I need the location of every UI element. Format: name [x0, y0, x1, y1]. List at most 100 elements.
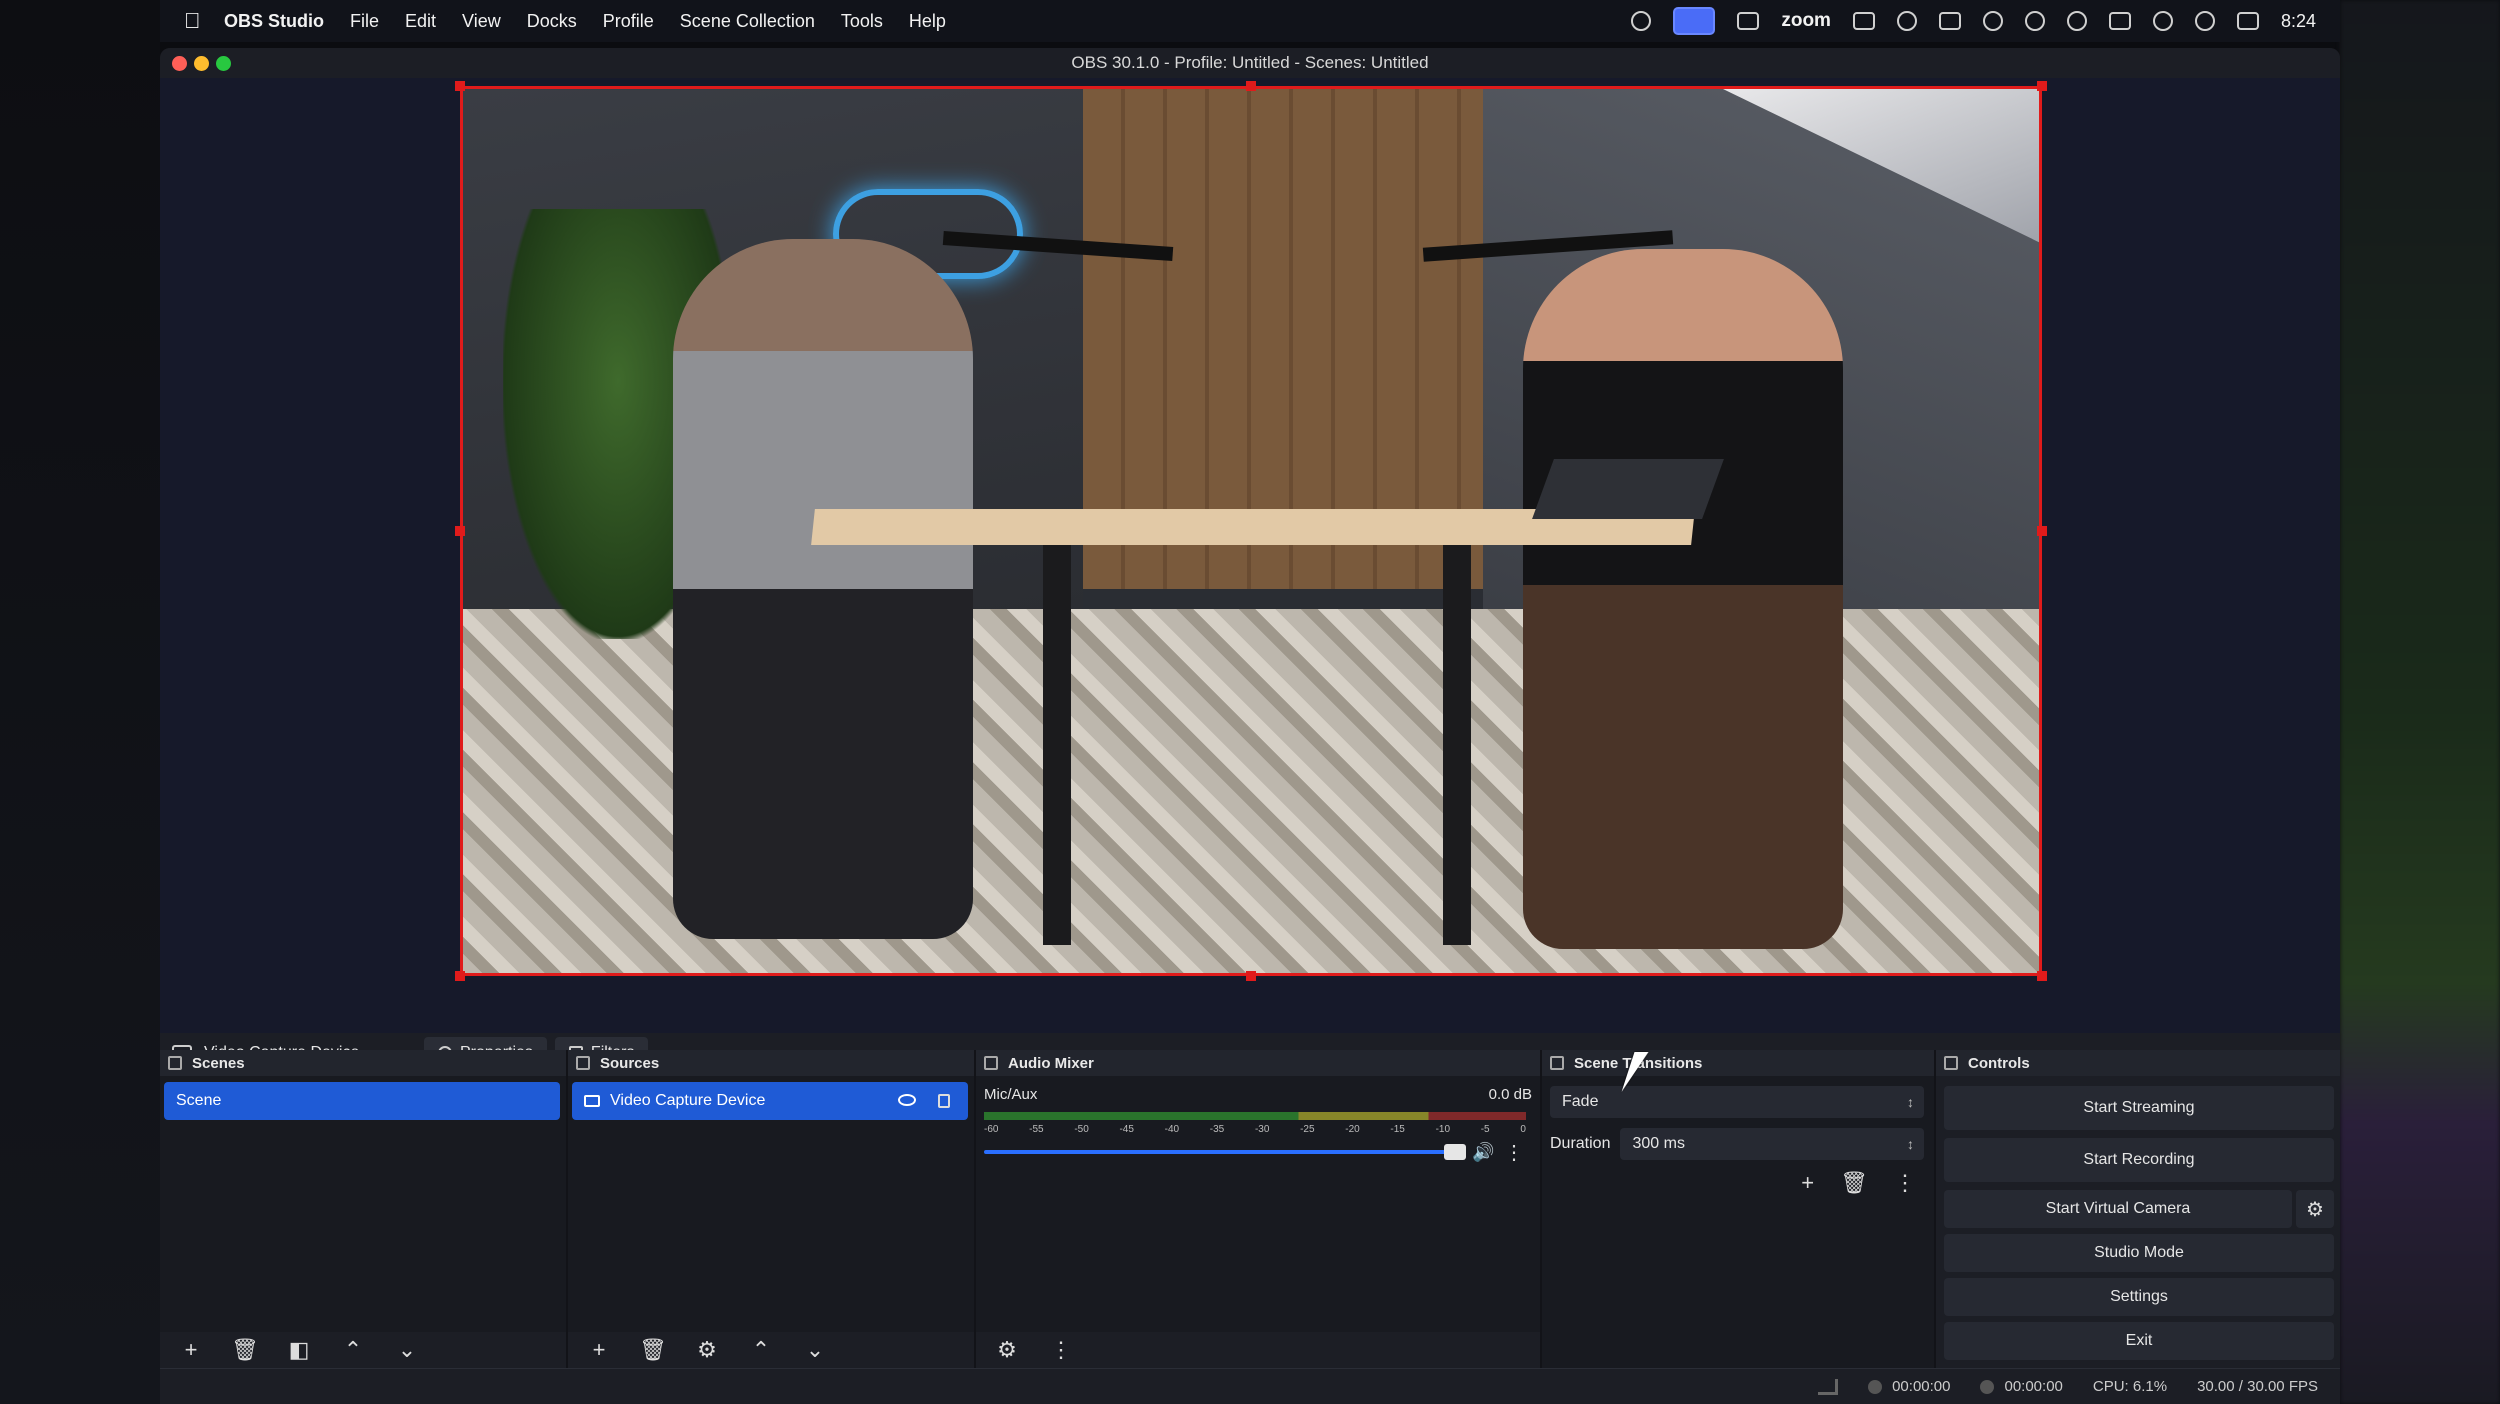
obs-window: OBS 30.1.0 - Profile: Untitled - Scenes:…	[160, 48, 2340, 1404]
menu-help[interactable]: Help	[909, 11, 946, 32]
slash-icon[interactable]	[2024, 11, 2045, 31]
chevron-up-icon[interactable]: ⌃	[340, 1337, 366, 1363]
desktop-background-left	[0, 0, 160, 1404]
close-window-button[interactable]	[172, 56, 187, 71]
trash-icon[interactable]: 🗑	[231, 1337, 259, 1363]
exit-button[interactable]: Exit	[1944, 1322, 2334, 1360]
chevron-down-icon[interactable]: ⌄	[394, 1337, 420, 1363]
add-source-button[interactable]: +	[586, 1337, 612, 1363]
preview-area	[160, 78, 2340, 1033]
timer-icon[interactable]	[1631, 11, 1652, 31]
preview-person-right	[1523, 249, 1843, 949]
mixer-channel-row: Mic/Aux 0.0 dB	[984, 1086, 1532, 1103]
resize-handle[interactable]	[1246, 971, 1256, 981]
studio-mode-button[interactable]: Studio Mode	[1944, 1234, 2334, 1272]
start-recording-button[interactable]: Start Recording	[1944, 1138, 2334, 1182]
resize-handle[interactable]	[455, 971, 465, 981]
screen-share-icon[interactable]	[1673, 7, 1716, 35]
filter-icon[interactable]: ◧	[286, 1337, 312, 1363]
scene-transitions-dock: Scene Transitions Fade ↕ Duration 300 ms…	[1542, 1050, 1936, 1368]
chevron-updown-icon: ↕	[1907, 1094, 1914, 1110]
start-virtual-camera-button[interactable]: Start Virtual Camera	[1944, 1190, 2292, 1228]
spotlight-search-icon[interactable]	[2194, 11, 2215, 31]
more-options-icon[interactable]: ⋮	[1504, 1140, 1524, 1165]
control-center-icon[interactable]	[2236, 12, 2259, 30]
menu-docks[interactable]: Docks	[527, 11, 577, 32]
menu-edit[interactable]: Edit	[405, 11, 436, 32]
add-scene-button[interactable]: +	[178, 1337, 204, 1363]
chevron-up-icon[interactable]: ⌃	[748, 1337, 774, 1363]
menu-profile[interactable]: Profile	[603, 11, 654, 32]
list-item[interactable]: Scene	[164, 1082, 560, 1120]
lock-icon[interactable]	[938, 1094, 950, 1108]
battery-icon[interactable]	[2108, 12, 2131, 30]
audio-mixer-header[interactable]: Audio Mixer	[976, 1050, 1540, 1076]
controls-body: Start Streaming Start Recording Start Vi…	[1936, 1076, 2340, 1368]
speaker-icon[interactable]: 🔊	[1472, 1142, 1494, 1163]
meter-tick: -60	[984, 1124, 999, 1135]
resize-handle[interactable]	[455, 81, 465, 91]
volume-slider-track[interactable]	[984, 1150, 1456, 1154]
start-streaming-button[interactable]: Start Streaming	[1944, 1086, 2334, 1130]
scene-transitions-header[interactable]: Scene Transitions	[1542, 1050, 1934, 1076]
menu-file[interactable]: File	[350, 11, 379, 32]
window-icon[interactable]	[1852, 12, 1875, 30]
transition-select[interactable]: Fade ↕	[1550, 1086, 1924, 1118]
preview-person-left	[673, 239, 973, 939]
eye-icon[interactable]	[898, 1094, 916, 1106]
duration-value: 300 ms	[1632, 1135, 1685, 1152]
chevron-updown-icon[interactable]: ↕	[1907, 1136, 1914, 1152]
scenes-footer: + 🗑 ◧ ⌃ ⌄	[160, 1332, 566, 1368]
window-title: OBS 30.1.0 - Profile: Untitled - Scenes:…	[1071, 53, 1429, 72]
wifi-icon[interactable]	[2152, 11, 2173, 31]
meter-tick: -15	[1390, 1124, 1405, 1135]
scenes-dock-header[interactable]: Scenes	[160, 1050, 566, 1076]
duration-stepper[interactable]: 300 ms ↕	[1620, 1128, 1924, 1160]
more-options-icon[interactable]: ⋮	[1048, 1337, 1074, 1363]
apple-menu-icon[interactable]: 	[184, 10, 206, 32]
advanced-audio-icon[interactable]: ⚙	[994, 1337, 1020, 1363]
resize-handle[interactable]	[455, 526, 465, 536]
list-item[interactable]: Video Capture Device	[572, 1082, 968, 1120]
gear-icon[interactable]: ⚙	[2296, 1190, 2334, 1228]
menu-view[interactable]: View	[462, 11, 501, 32]
resize-handle[interactable]	[2037, 526, 2047, 536]
play-icon[interactable]	[2066, 11, 2087, 31]
resize-handle[interactable]	[1246, 81, 1256, 91]
menu-bar-clock[interactable]: 8:24	[2281, 11, 2316, 32]
dropbox-icon[interactable]	[1896, 11, 1917, 31]
meter-ticks: -60 -55 -50 -45 -40 -35 -30 -25 -20 -15 …	[984, 1124, 1526, 1135]
controls-title: Controls	[1968, 1054, 2030, 1072]
resize-handle[interactable]	[2037, 971, 2047, 981]
cpu-usage: CPU: 6.1%	[2092, 1378, 2168, 1395]
menu-tools[interactable]: Tools	[841, 11, 883, 32]
chevron-down-icon[interactable]: ⌄	[802, 1337, 828, 1363]
vpn-icon[interactable]	[1982, 11, 2003, 31]
resize-handle[interactable]	[2037, 81, 2047, 91]
meter-tick: 0	[1520, 1124, 1526, 1135]
settings-button[interactable]: Settings	[1944, 1278, 2334, 1316]
gear-icon[interactable]: ⚙	[694, 1337, 720, 1363]
sources-dock-header[interactable]: Sources	[568, 1050, 974, 1076]
more-options-icon[interactable]: ⋮	[1894, 1170, 1916, 1196]
volume-slider-thumb[interactable]	[1444, 1144, 1466, 1160]
video-preview[interactable]	[460, 86, 2042, 976]
sources-footer: + 🗑 ⚙ ⌃ ⌄	[568, 1332, 974, 1368]
stream-time: 00:00:00	[1892, 1378, 1951, 1395]
trash-icon[interactable]: 🗑	[1840, 1170, 1868, 1196]
zoom-tray-label[interactable]: zoom	[1781, 10, 1831, 32]
zoom-window-button[interactable]	[216, 56, 231, 71]
menu-app-name[interactable]: OBS Studio	[224, 11, 324, 32]
trash-icon[interactable]: 🗑	[639, 1337, 667, 1363]
add-transition-button[interactable]: +	[1801, 1170, 1814, 1196]
window-titlebar: OBS 30.1.0 - Profile: Untitled - Scenes:…	[160, 48, 2340, 78]
minimize-window-button[interactable]	[194, 56, 209, 71]
menu-scene-collection[interactable]: Scene Collection	[680, 11, 815, 32]
record-status-icon	[1980, 1380, 1995, 1395]
screen-record-icon[interactable]	[1737, 12, 1760, 30]
camera-icon[interactable]	[1938, 12, 1961, 30]
audio-mixer-title: Audio Mixer	[1008, 1054, 1094, 1072]
camera-icon	[584, 1095, 600, 1107]
scene-name: Scene	[176, 1092, 222, 1109]
controls-header[interactable]: Controls	[1936, 1050, 2340, 1076]
